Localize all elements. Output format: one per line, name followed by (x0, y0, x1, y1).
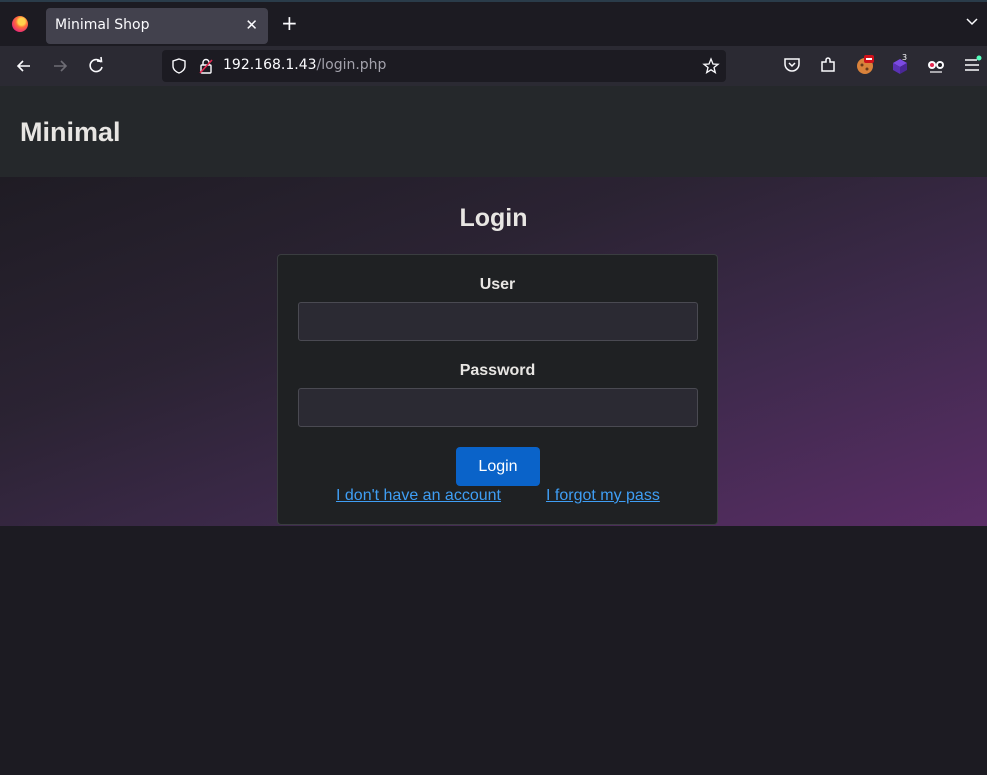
user-label: User (479, 276, 516, 293)
tab-title: Minimal Shop (55, 17, 150, 33)
bookmark-star-icon[interactable] (702, 57, 720, 75)
back-arrow-icon[interactable] (13, 55, 35, 77)
extensions-puzzle-icon[interactable] (817, 54, 839, 76)
login-section: Login User Password Login I don't have a… (0, 177, 987, 526)
browser-tabbar: Minimal Shop ✕ + (0, 0, 987, 46)
site-header: Minimal (0, 86, 987, 177)
reload-icon[interactable] (85, 55, 107, 77)
extension-badge: 3 (902, 54, 907, 62)
forgot-password-link[interactable]: I forgot my pass (546, 487, 660, 505)
url-text[interactable]: 192.168.1.43/login.php (223, 57, 386, 73)
url-path: /login.php (316, 57, 387, 73)
password-label: Password (459, 362, 536, 379)
login-button[interactable]: Login (456, 447, 540, 486)
forward-arrow-icon[interactable] (49, 55, 71, 77)
insecure-lock-icon[interactable] (197, 57, 215, 75)
pocket-icon[interactable] (781, 54, 803, 76)
login-card: User Password Login I don't have an acco… (277, 254, 718, 525)
chevron-down-icon[interactable] (965, 14, 979, 28)
tab-minimal-shop[interactable]: Minimal Shop ✕ (46, 8, 268, 44)
page-title: Login (459, 204, 528, 232)
glasses-extension-icon[interactable] (925, 54, 947, 76)
password-input[interactable] (298, 388, 698, 427)
firefox-icon[interactable] (12, 16, 28, 32)
cube-extension-icon[interactable]: 3 (890, 54, 912, 76)
new-tab-button[interactable]: + (281, 13, 298, 33)
user-input[interactable] (298, 302, 698, 341)
menu-hamburger-icon[interactable] (961, 54, 983, 76)
tab-close-icon[interactable]: ✕ (245, 16, 258, 34)
no-account-link[interactable]: I don't have an account (336, 487, 501, 505)
url-host: 192.168.1.43 (223, 57, 317, 73)
browser-toolbar: 192.168.1.43/login.php 3 (0, 46, 987, 86)
cookie-extension-icon[interactable] (854, 54, 876, 76)
shield-icon[interactable] (170, 57, 188, 75)
site-brand[interactable]: Minimal (20, 117, 121, 148)
url-bar[interactable]: 192.168.1.43/login.php (162, 50, 726, 82)
